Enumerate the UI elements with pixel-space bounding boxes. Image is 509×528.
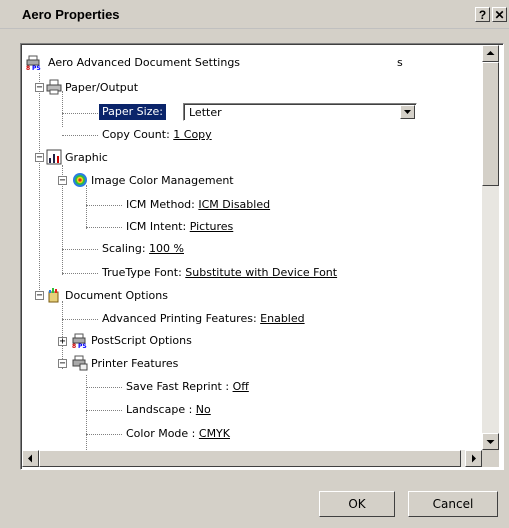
- expand-postscript-options[interactable]: +: [58, 337, 67, 347]
- tree-root-label: Aero Advanced Document Settings: [48, 56, 241, 69]
- printer-features-icon: [72, 355, 88, 371]
- scrollbar-corner: [482, 450, 499, 467]
- scroll-right-button[interactable]: [465, 450, 482, 467]
- truetype-value[interactable]: Substitute with Device Font: [185, 264, 337, 282]
- advanced-printing-value[interactable]: Enabled: [260, 310, 304, 328]
- horizontal-scroll-thumb[interactable]: [39, 450, 461, 467]
- advanced-printing-label: Advanced Printing Features:: [102, 312, 257, 325]
- icm-intent-label: ICM Intent:: [126, 220, 187, 233]
- copy-count-value[interactable]: 1 Copy: [173, 126, 211, 144]
- collapse-icm[interactable]: −: [58, 176, 67, 186]
- copy-count-label: Copy Count:: [102, 128, 170, 141]
- svg-text:PS: PS: [78, 343, 87, 348]
- vertical-scrollbar[interactable]: [482, 45, 499, 450]
- tree-item-scaling[interactable]: Scaling: 100 %: [102, 240, 184, 258]
- tree-item-save-fast-reprint[interactable]: Save Fast Reprint : Off: [126, 378, 249, 396]
- document-options-label: Document Options: [65, 289, 168, 302]
- help-button[interactable]: ?: [475, 7, 490, 22]
- tree-item-truetype-font[interactable]: TrueType Font: Substitute with Device Fo…: [102, 264, 337, 282]
- tree-item-document-options[interactable]: Document Options: [65, 287, 168, 305]
- paper-output-label: Paper/Output: [65, 81, 139, 94]
- paper-size-label[interactable]: Paper Size:: [99, 104, 166, 120]
- collapse-document-options[interactable]: −: [35, 291, 44, 301]
- printer-ps-icon: PS 8: [72, 333, 87, 348]
- landscape-label: Landscape :: [126, 403, 193, 416]
- color-mode-label: Color Mode :: [126, 427, 196, 440]
- tree-item-printer-features[interactable]: Printer Features: [91, 355, 178, 373]
- tree-viewport: PS 8 Aero Advanced Document Settings s −…: [22, 45, 482, 450]
- svg-text:PS: PS: [32, 65, 41, 70]
- svg-text:8: 8: [72, 343, 76, 348]
- settings-tree[interactable]: PS 8 Aero Advanced Document Settings s −…: [20, 43, 504, 470]
- tree-item-color-mode[interactable]: Color Mode : CMYK: [126, 425, 230, 443]
- landscape-value[interactable]: No: [196, 401, 211, 419]
- tree-item-icm-intent[interactable]: ICM Intent: Pictures: [126, 218, 233, 236]
- scaling-value[interactable]: 100 %: [149, 240, 184, 258]
- save-fast-reprint-label: Save Fast Reprint :: [126, 380, 230, 393]
- arrow-up-icon: [486, 51, 495, 55]
- arrow-right-icon: [472, 454, 476, 463]
- vertical-scroll-thumb[interactable]: [482, 62, 499, 186]
- tree-root-suffix: s: [397, 56, 403, 69]
- icm-intent-value[interactable]: Pictures: [190, 218, 234, 236]
- chevron-down-icon: [404, 110, 411, 114]
- tree-root[interactable]: Aero Advanced Document Settings: [48, 54, 240, 72]
- printer-features-label: Printer Features: [91, 357, 179, 370]
- tree-item-copy-count[interactable]: Copy Count: 1 Copy: [102, 126, 212, 144]
- paper-size-select[interactable]: Letter: [183, 103, 417, 121]
- save-fast-reprint-value[interactable]: Off: [233, 378, 249, 396]
- tree-item-icm-method[interactable]: ICM Method: ICM Disabled: [126, 196, 270, 214]
- chart-icon: [46, 149, 62, 165]
- scroll-left-button[interactable]: [22, 450, 39, 467]
- title-bar: Aero Properties ? ✕: [0, 0, 509, 29]
- collapse-graphic[interactable]: −: [35, 153, 44, 163]
- color-mode-value[interactable]: CMYK: [199, 425, 230, 443]
- ok-button[interactable]: OK: [319, 491, 395, 517]
- color-wheel-icon: [73, 173, 87, 187]
- arrow-down-icon: [486, 440, 495, 444]
- scroll-down-button[interactable]: [482, 433, 499, 450]
- tree-item-graphic[interactable]: Graphic: [65, 149, 108, 167]
- horizontal-scrollbar[interactable]: [22, 450, 482, 467]
- cancel-button[interactable]: Cancel: [408, 491, 498, 517]
- icm-label: Image Color Management: [91, 174, 234, 187]
- tree-item-advanced-printing[interactable]: Advanced Printing Features: Enabled: [102, 310, 305, 328]
- icm-method-label: ICM Method:: [126, 198, 195, 211]
- tree-item-postscript-options[interactable]: PostScript Options: [91, 332, 192, 350]
- close-button[interactable]: ✕: [492, 7, 507, 22]
- paper-size-value: Letter: [189, 106, 222, 119]
- tree-item-paper-output[interactable]: Paper/Output: [65, 79, 138, 97]
- icm-method-value[interactable]: ICM Disabled: [198, 196, 270, 214]
- collapse-paper-output[interactable]: −: [35, 83, 44, 93]
- printer-ps-icon: PS 8: [26, 55, 41, 70]
- scroll-up-button[interactable]: [482, 45, 499, 62]
- tree-item-icm[interactable]: Image Color Management: [91, 172, 234, 190]
- scaling-label: Scaling:: [102, 242, 146, 255]
- truetype-label: TrueType Font:: [102, 266, 182, 279]
- paper-size-dropdown-button[interactable]: [400, 105, 415, 119]
- tree-item-landscape[interactable]: Landscape : No: [126, 401, 211, 419]
- printer-icon: [46, 79, 62, 95]
- document-options-icon: [48, 288, 59, 303]
- svg-text:8: 8: [26, 65, 30, 70]
- window-title: Aero Properties: [22, 7, 120, 22]
- postscript-options-label: PostScript Options: [91, 334, 192, 347]
- collapse-printer-features[interactable]: −: [58, 359, 67, 369]
- graphic-label: Graphic: [65, 151, 108, 164]
- arrow-left-icon: [28, 454, 32, 463]
